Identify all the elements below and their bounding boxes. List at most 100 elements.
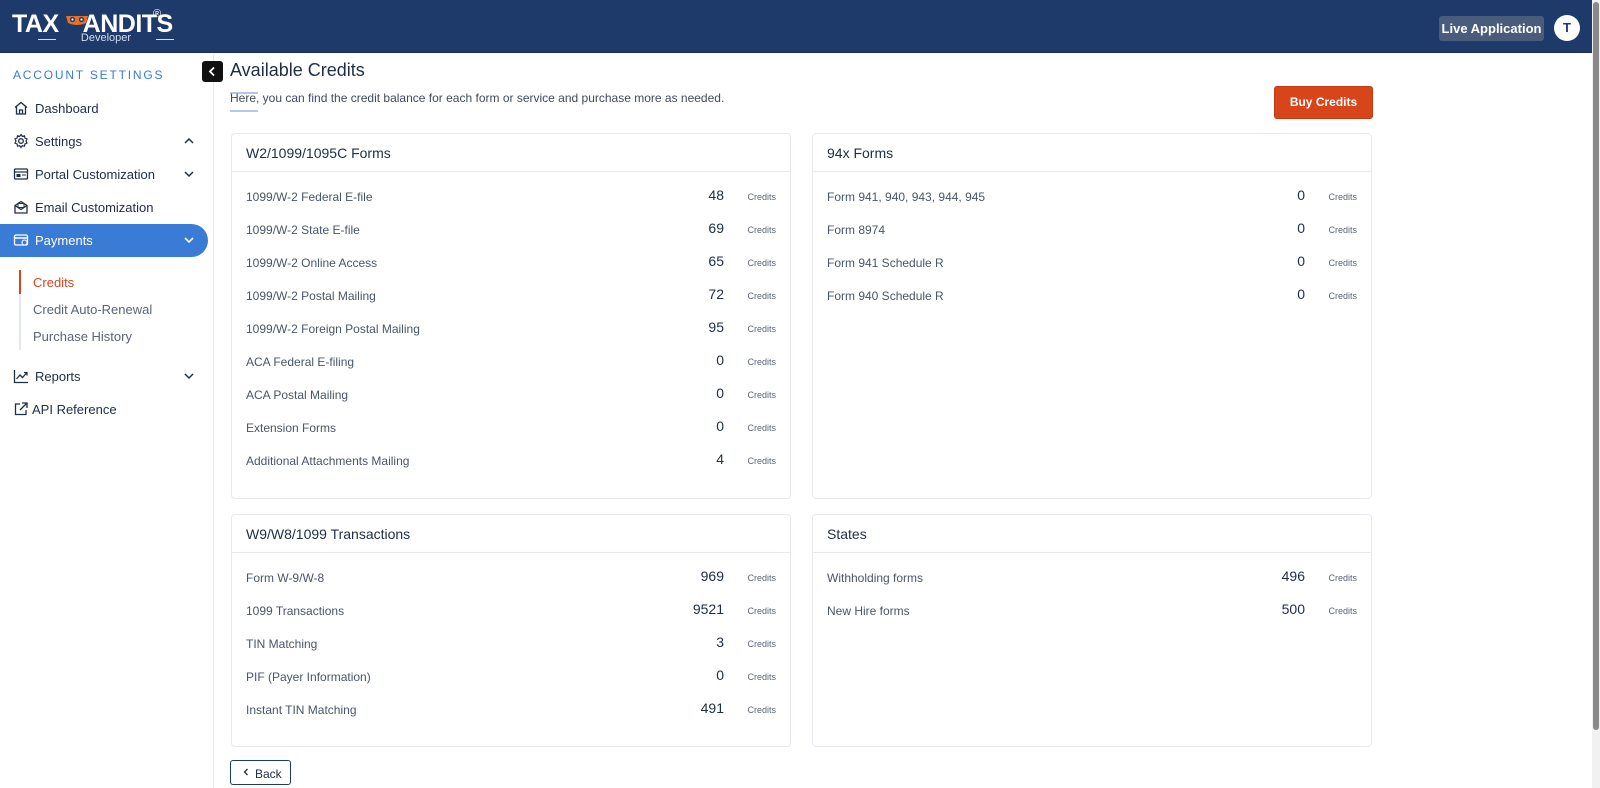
sidebar-item-payments[interactable]: Payments (0, 224, 208, 257)
card-w9-w8-1099-transactions: W9/W8/1099 Transactions Form W-9/W-8 969 C… (231, 514, 791, 747)
credit-unit: Credits (747, 225, 776, 235)
credit-value: 0 (716, 418, 724, 434)
chevron-down-icon[interactable] (182, 233, 196, 247)
credit-label: 1099/W-2 Federal E-file (246, 190, 373, 204)
card-title: States (827, 526, 867, 542)
user-avatar[interactable]: T (1554, 15, 1580, 41)
credit-value: 3 (716, 634, 724, 650)
chevron-up-icon[interactable] (182, 134, 196, 148)
payment-card-icon (13, 234, 29, 246)
credit-value: 9521 (692, 601, 724, 617)
taxbandits-logo[interactable]: TAX ANDITS ® Developer (12, 8, 174, 46)
buy-credits-button[interactable]: Buy Credits (1274, 86, 1373, 119)
credit-value: 969 (700, 568, 724, 584)
credit-label: TIN Matching (246, 637, 318, 651)
back-button[interactable]: Back (230, 760, 291, 785)
credit-unit: Credits (747, 639, 776, 649)
chevron-down-icon[interactable] (182, 167, 196, 181)
credit-value: 0 (1297, 286, 1305, 302)
credit-value: 0 (716, 385, 724, 401)
subnav-item-credit-auto-renewal[interactable]: Credit Auto-Renewal (33, 302, 152, 317)
page-scrollbar-thumb[interactable] (1593, 2, 1599, 730)
credit-row: 1099/W-2 Foreign Postal Mailing 95 Credits (246, 319, 776, 339)
sidebar-item-label: API Reference (32, 402, 117, 417)
active-indicator (19, 270, 21, 294)
credit-unit: Credits (747, 324, 776, 334)
credit-unit: Credits (747, 573, 776, 583)
credit-unit: Credits (1328, 225, 1357, 235)
sidebar-item-email-customization[interactable]: Email Customization (0, 191, 210, 224)
credit-row: 1099/W-2 Postal Mailing 72 Credits (246, 286, 776, 306)
back-button-label: Back (255, 767, 282, 781)
credit-unit: Credits (747, 291, 776, 301)
subnav-item-purchase-history[interactable]: Purchase History (33, 329, 132, 344)
sidebar-item-label: Portal Customization (35, 167, 155, 182)
credit-label: 1099/W-2 Online Access (246, 256, 378, 270)
credit-label: Additional Attachments Mailing (246, 454, 410, 468)
credit-row: Form W-9/W-8 969 Credits (246, 568, 776, 588)
credit-unit: Credits (747, 606, 776, 616)
credit-value: 4 (716, 451, 724, 467)
credit-row: ACA Postal Mailing 0 Credits (246, 385, 776, 405)
credit-row: Additional Attachments Mailing 4 Credits (246, 451, 776, 471)
credit-unit: Credits (747, 705, 776, 715)
credit-label: Instant TIN Matching (246, 703, 357, 717)
credit-label: Form 941 Schedule R (827, 256, 944, 270)
credit-row: ACA Federal E-filing 0 Credits (246, 352, 776, 372)
credit-unit: Credits (1328, 606, 1357, 616)
credit-value: 69 (708, 220, 724, 236)
home-icon (14, 101, 28, 115)
sidebar-item-reports[interactable]: Reports (0, 360, 210, 393)
sidebar-item-settings[interactable]: Settings (0, 125, 210, 158)
credit-unit: Credits (747, 258, 776, 268)
credit-row: Extension Forms 0 Credits (246, 418, 776, 438)
credit-row: Withholding forms 496 Credits (827, 568, 1357, 588)
chevron-left-icon (243, 768, 248, 776)
gear-icon (14, 133, 28, 149)
subnav-item-credits[interactable]: Credits (33, 275, 74, 290)
top-bar: TAX ANDITS ® Developer Live Application T (0, 0, 1600, 53)
credit-label: 1099/W-2 Foreign Postal Mailing (246, 322, 420, 336)
email-icon (14, 200, 28, 214)
sidebar-item-dashboard[interactable]: Dashboard (0, 92, 210, 125)
credit-value: 95 (708, 319, 724, 335)
card-title: W2/1099/1095C Forms (246, 145, 391, 161)
page-description: Here, you can find the credit balance fo… (230, 91, 725, 105)
credit-label: Form 940 Schedule R (827, 289, 944, 303)
credit-row: Form 941, 940, 943, 944, 945 0 Credits (827, 187, 1357, 207)
credit-value: 65 (708, 253, 724, 269)
credit-label: 1099 Transactions (246, 604, 345, 618)
card-states: States Withholding forms 496 Credits New H… (812, 514, 1372, 747)
card-divider (232, 171, 790, 172)
owl-mask-icon (66, 16, 88, 25)
sidebar-section-title: ACCOUNT SETTINGS (13, 68, 165, 82)
credit-label: Withholding forms (827, 571, 924, 585)
live-application-button[interactable]: Live Application (1439, 16, 1544, 41)
card-divider (813, 552, 1371, 553)
credit-value: 0 (716, 667, 724, 683)
credit-unit: Credits (747, 192, 776, 202)
credit-row: TIN Matching 3 Credits (246, 634, 776, 654)
sidebar: ACCOUNT SETTINGS Dashboard Settings Port… (0, 54, 214, 788)
credit-value: 0 (1297, 220, 1305, 236)
credit-unit: Credits (1328, 291, 1357, 301)
credit-value: 500 (1281, 601, 1305, 617)
card-divider (813, 171, 1371, 172)
credit-row: New Hire forms 500 Credits (827, 601, 1357, 621)
credit-row: Form 941 Schedule R 0 Credits (827, 253, 1357, 273)
card-divider (232, 552, 790, 553)
credit-unit: Credits (747, 672, 776, 682)
card-title: 94x Forms (827, 145, 894, 161)
credit-value: 72 (708, 286, 724, 302)
chart-line-icon (13, 370, 28, 384)
sidebar-item-api-reference[interactable]: API Reference (0, 393, 210, 426)
sidebar-item-label: Reports (35, 369, 81, 384)
credit-unit: Credits (1328, 258, 1357, 268)
collapse-sidebar-button[interactable] (202, 61, 223, 82)
credit-label: 1099/W-2 Postal Mailing (246, 289, 376, 303)
sidebar-item-portal-customization[interactable]: Portal Customization (0, 158, 210, 191)
chevron-down-icon[interactable] (182, 369, 196, 383)
card-title: W9/W8/1099 Transactions (246, 526, 411, 542)
credit-value: 496 (1281, 568, 1305, 584)
sidebar-item-label: Dashboard (35, 101, 99, 116)
